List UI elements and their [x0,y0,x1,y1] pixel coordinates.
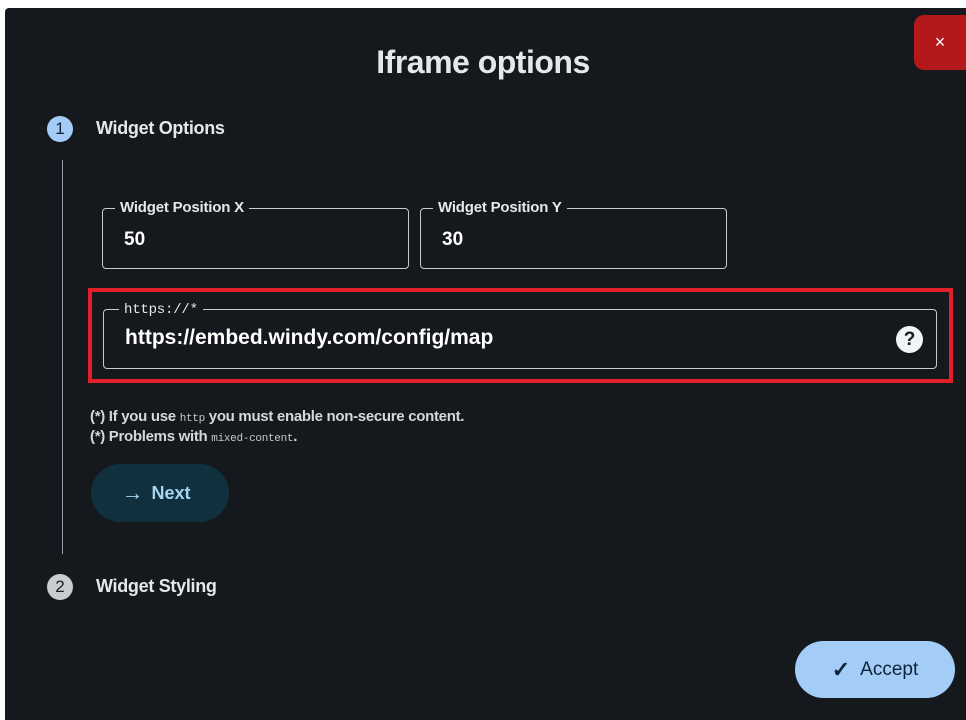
http-code: http [179,413,206,425]
accept-button-label: Accept [860,658,919,680]
step-2-badge[interactable]: 2 [47,574,73,600]
step-1-label[interactable]: Widget Options [96,118,225,139]
mixed-content-note: (*) Problems with mixed-content. [90,428,297,445]
dialog-title: Iframe options [376,44,590,80]
widget-position-x-value[interactable]: 50 [124,229,145,251]
mixed-content-note-suffix: . [293,428,298,445]
widget-position-y-field[interactable]: Widget Position Y 30 [420,199,727,269]
http-note-prefix: (*) If you use [90,408,180,425]
stepper-connector [62,160,63,554]
widget-position-x-label: Widget Position X [115,199,249,217]
widget-position-y-label: Widget Position Y [433,199,567,217]
next-button[interactable]: → Next [91,464,229,522]
http-note: (*) If you use http you must enable non-… [90,408,464,425]
arrow-right-icon: → [121,480,144,505]
help-icon[interactable]: ? [896,326,923,353]
step-1-badge[interactable]: 1 [47,116,73,142]
url-field-value[interactable]: https://embed.windy.com/config/map [125,326,493,350]
http-note-suffix: you must enable non-secure content. [204,408,465,425]
mixed-content-note-prefix: (*) Problems with [90,428,212,445]
url-field[interactable]: https://* https://embed.windy.com/config… [103,301,937,369]
next-button-label: Next [151,482,191,503]
mixed-content-code: mixed-content [211,433,294,445]
check-icon: ✓ [831,656,851,682]
step-2-label[interactable]: Widget Styling [96,576,217,597]
widget-position-x-field[interactable]: Widget Position X 50 [102,199,409,269]
url-field-label: https://* [119,301,203,319]
accept-button[interactable]: ✓ Accept [795,641,955,698]
widget-position-y-value[interactable]: 30 [442,229,463,251]
